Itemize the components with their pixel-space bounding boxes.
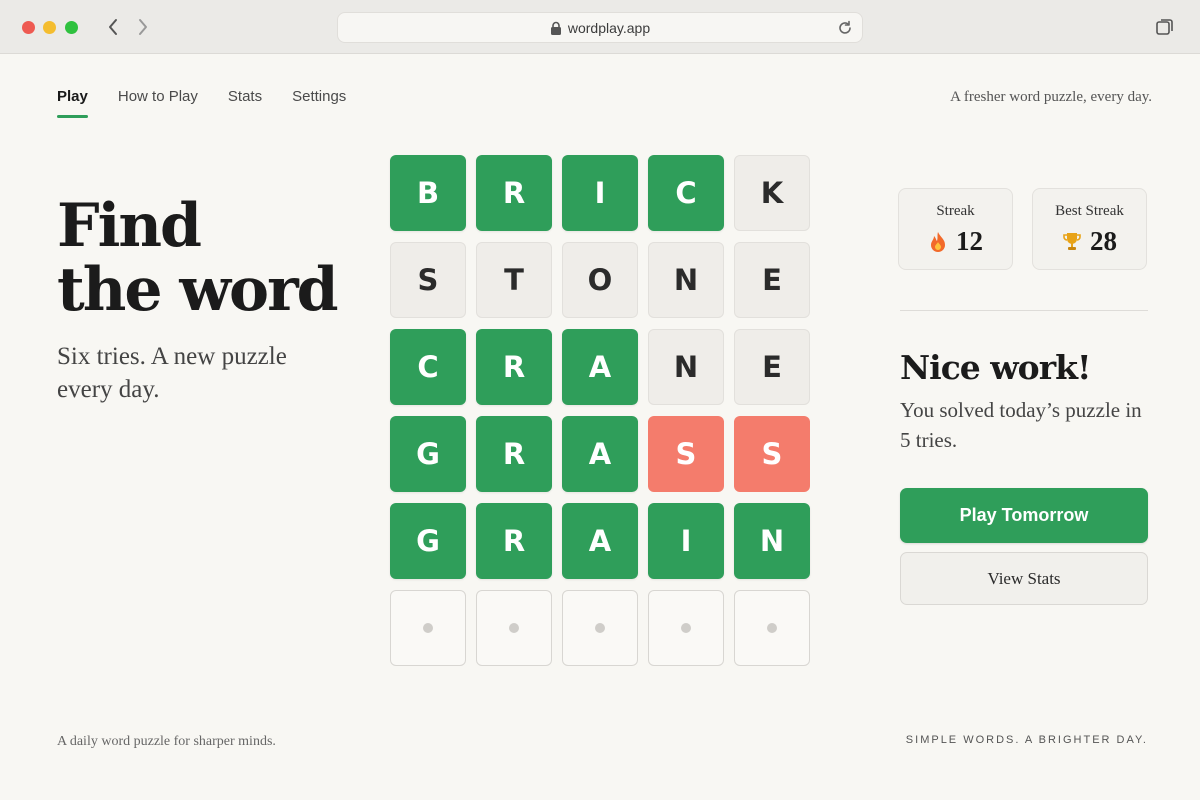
window-zoom-button[interactable]: [65, 21, 78, 34]
board-tile: [648, 590, 724, 666]
url-text: wordplay.app: [567, 19, 651, 36]
play-tomorrow-button[interactable]: Play Tomorrow: [900, 488, 1148, 543]
empty-tile-dot: [595, 623, 605, 633]
board-tile: [390, 590, 466, 666]
chevron-left-icon[interactable]: [102, 16, 124, 38]
browser-chrome: wordplay.app: [0, 0, 1200, 54]
page: Play How to Play Stats Settings A freshe…: [0, 54, 1200, 800]
board-tile: G: [390, 416, 466, 492]
hero-title: Find the word: [57, 191, 339, 325]
board-tile: S: [734, 416, 810, 492]
tabs-icon[interactable]: [1155, 17, 1175, 37]
board-tile: A: [562, 416, 638, 492]
tab-stats[interactable]: Stats: [228, 88, 262, 115]
board-tile: O: [562, 242, 638, 318]
board-tile: C: [390, 329, 466, 405]
best-streak-label: Best Streak: [1055, 203, 1124, 219]
board-tile: B: [390, 155, 466, 231]
result-title: Nice work!: [900, 348, 1091, 387]
board-tile: N: [734, 503, 810, 579]
empty-tile-dot: [423, 623, 433, 633]
board-tile: R: [476, 155, 552, 231]
board-tile: I: [562, 155, 638, 231]
view-stats-button[interactable]: View Stats: [900, 552, 1148, 605]
board-tile: [476, 590, 552, 666]
tab-settings[interactable]: Settings: [292, 88, 346, 115]
flame-icon: [928, 231, 948, 253]
game-board: BRICKSTONECRANEGRASSGRAIN: [390, 155, 810, 666]
tab-how-to-play[interactable]: How to Play: [118, 88, 198, 115]
best-streak-value: 28: [1090, 226, 1117, 256]
board-tile: E: [734, 242, 810, 318]
top-nav: Play How to Play Stats Settings: [57, 88, 346, 118]
board-tile: N: [648, 242, 724, 318]
board-tile: S: [390, 242, 466, 318]
empty-tile-dot: [767, 623, 777, 633]
lock-icon: [550, 21, 562, 35]
hero-subtitle: Six tries. A new puzzle every day.: [57, 343, 287, 403]
window-close-button[interactable]: [22, 21, 35, 34]
chevron-right-icon[interactable]: [132, 16, 154, 38]
result-text: You solved today’s puzzle in 5 tries.: [900, 398, 1142, 452]
best-streak-card: Best Streak 28: [1032, 188, 1147, 270]
board-tile: N: [648, 329, 724, 405]
divider: [900, 310, 1148, 311]
address-bar[interactable]: wordplay.app: [337, 12, 863, 43]
board-tile: R: [476, 503, 552, 579]
streak-card: Streak 12: [898, 188, 1013, 270]
board-tile: [562, 590, 638, 666]
empty-tile-dot: [509, 623, 519, 633]
board-tile: I: [648, 503, 724, 579]
board-tile: K: [734, 155, 810, 231]
board-tile: A: [562, 329, 638, 405]
hero-title-line-1: Find: [57, 191, 202, 261]
board-tile: A: [562, 503, 638, 579]
reload-icon[interactable]: [836, 19, 854, 37]
tab-play[interactable]: Play: [57, 88, 88, 118]
streak-value: 12: [956, 226, 983, 256]
header-tagline: A fresher word puzzle, every day.: [950, 89, 1152, 105]
footer-slogan: SIMPLE WORDS. A BRIGHTER DAY.: [905, 734, 1148, 746]
window-minimize-button[interactable]: [43, 21, 56, 34]
streak-label: Streak: [936, 203, 975, 219]
board-tile: E: [734, 329, 810, 405]
footer-description: A daily word puzzle for sharper minds.: [57, 734, 276, 749]
board-tile: R: [476, 416, 552, 492]
board-tile: G: [390, 503, 466, 579]
board-tile: R: [476, 329, 552, 405]
board-tile: S: [648, 416, 724, 492]
board-tile: [734, 590, 810, 666]
empty-tile-dot: [681, 623, 691, 633]
hero-title-line-2: the word: [57, 255, 339, 325]
board-tile: C: [648, 155, 724, 231]
trophy-icon: [1062, 231, 1082, 253]
board-tile: T: [476, 242, 552, 318]
